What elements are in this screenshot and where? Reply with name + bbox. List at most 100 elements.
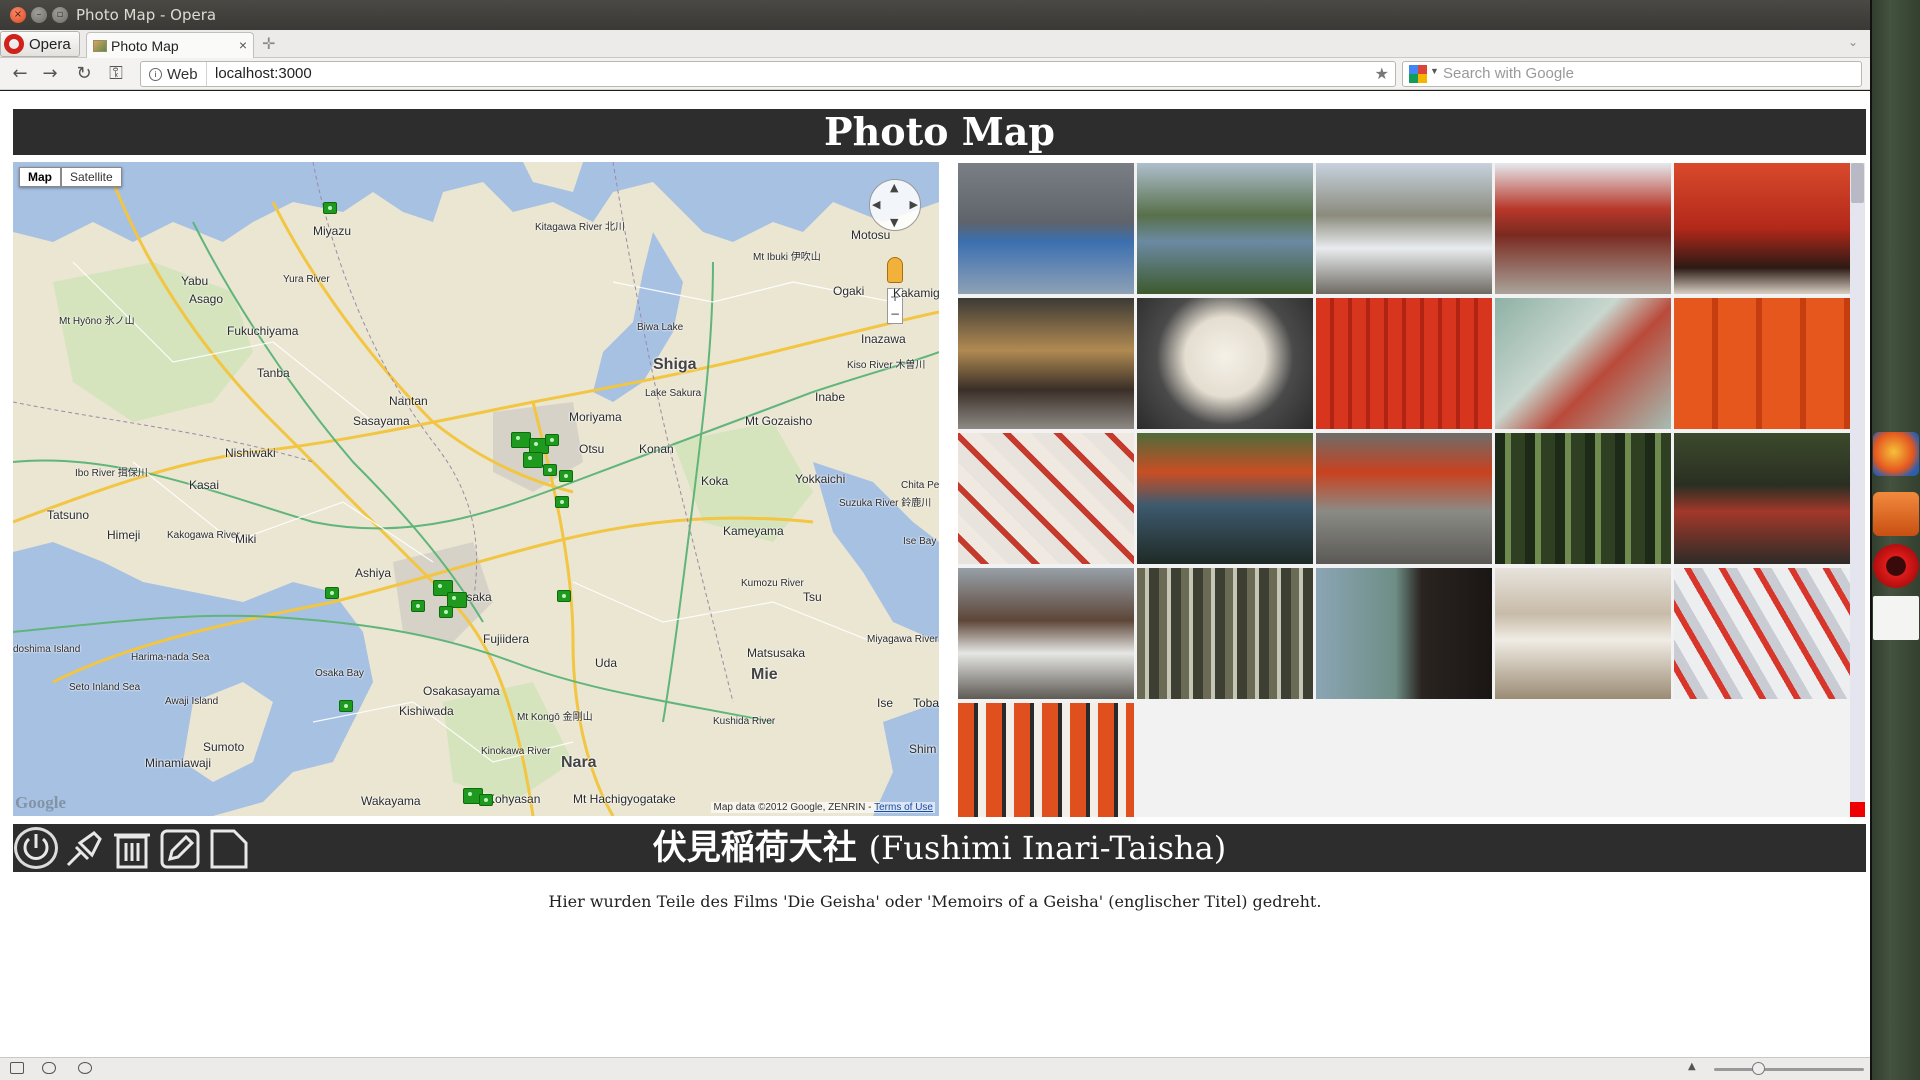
pan-up-icon[interactable]: ▲ — [890, 181, 898, 194]
street-view-pegman-icon[interactable] — [887, 257, 903, 283]
map-label: Tsu — [803, 590, 822, 604]
address-bar[interactable]: i Web localhost:3000 ★ — [140, 61, 1396, 87]
photo-marker[interactable] — [523, 452, 543, 468]
opera-menu-button[interactable]: Opera — [0, 31, 80, 57]
url-text[interactable]: localhost:3000 — [215, 65, 312, 82]
launcher-edge — [1870, 0, 1872, 1080]
page-icon[interactable] — [206, 827, 250, 869]
photo-marker[interactable] — [339, 700, 353, 712]
photo-thumbnail[interactable] — [1137, 568, 1313, 699]
photo-marker[interactable] — [325, 587, 339, 599]
terms-of-use-link[interactable]: Terms of Use — [874, 802, 933, 813]
photo-thumbnail[interactable] — [958, 163, 1134, 294]
google-logo: Google — [15, 793, 66, 812]
pan-right-icon[interactable]: ▶ — [910, 198, 918, 211]
pan-control[interactable]: ▲ ▼ ◀ ▶ — [869, 179, 921, 231]
speed-dial-icon[interactable] — [78, 1062, 92, 1074]
back-arrow-icon[interactable]: ← — [8, 62, 32, 86]
photo-thumbnail[interactable] — [958, 568, 1134, 699]
photo-thumbnail[interactable] — [1674, 163, 1850, 294]
cloud-icon[interactable] — [42, 1062, 56, 1074]
photo-thumbnail[interactable] — [958, 298, 1134, 429]
photo-thumbnail[interactable] — [1674, 298, 1850, 429]
photo-thumbnail[interactable] — [958, 703, 1134, 817]
photo-marker[interactable] — [323, 202, 337, 214]
map-label: Mt Hachigyogatake — [573, 792, 676, 806]
search-field[interactable]: ▼ Search with Google — [1402, 61, 1862, 87]
reload-icon[interactable]: ↻ — [72, 62, 96, 86]
photo-marker[interactable] — [543, 464, 557, 476]
photo-thumbnail[interactable] — [1674, 568, 1850, 699]
pan-down-icon[interactable]: ▼ — [890, 216, 898, 229]
home-folder-icon[interactable] — [1873, 492, 1919, 536]
photo-marker[interactable] — [479, 794, 493, 806]
photo-thumbnail[interactable] — [1495, 433, 1671, 564]
photo-thumbnail[interactable] — [1137, 163, 1313, 294]
photo-marker[interactable] — [411, 600, 425, 612]
firefox-icon[interactable] — [1873, 432, 1919, 476]
photo-marker[interactable] — [439, 606, 453, 618]
tab-favicon-icon — [93, 39, 107, 52]
document-icon[interactable] — [1873, 596, 1919, 640]
zoom-out-icon[interactable]: − — [888, 306, 902, 323]
map[interactable]: Map Satellite ▲ ▼ ◀ ▶ + − Miyazu Mt Ibuk… — [13, 162, 939, 816]
map-label: Chita Peninsu — [901, 480, 939, 491]
panel-toggle-icon[interactable] — [10, 1062, 24, 1074]
map-label: Kitagawa River 北川 — [535, 222, 626, 233]
photo-thumbnail[interactable] — [1316, 163, 1492, 294]
tab-bar: Opera Photo Map × ✛ ⌄ — [0, 30, 1870, 58]
photo-thumbnail[interactable] — [958, 433, 1134, 564]
pencil-icon[interactable] — [158, 827, 202, 869]
gallery-scrollbar-thumb[interactable] — [1851, 163, 1864, 203]
map-label: Kumozu River — [741, 578, 804, 589]
new-tab-icon[interactable]: ✛ — [262, 34, 275, 53]
map-label: Toba — [913, 696, 939, 710]
zoom-slider[interactable] — [1714, 1062, 1864, 1075]
photo-thumbnail[interactable] — [1137, 433, 1313, 564]
trash-icon[interactable] — [110, 827, 154, 869]
site-badge[interactable]: i Web — [141, 62, 207, 86]
zoom-slider-knob[interactable] — [1752, 1062, 1765, 1075]
power-icon[interactable] — [14, 827, 58, 869]
map-label: Ise — [877, 696, 894, 710]
photo-marker[interactable] — [511, 432, 531, 448]
map-type-satellite-button[interactable]: Satellite — [61, 167, 122, 187]
photo-marker[interactable] — [559, 470, 573, 482]
map-copyright: Map data ©2012 Google, ZENRIN - Terms of… — [711, 802, 935, 813]
map-type-map-button[interactable]: Map — [19, 167, 61, 187]
photo-thumbnail[interactable] — [1316, 568, 1492, 699]
key-icon[interactable]: ⚿ — [104, 62, 128, 86]
window-close-button[interactable]: × — [10, 7, 26, 23]
tab-photo-map[interactable]: Photo Map × — [86, 32, 254, 58]
search-engine-dropdown-icon[interactable]: ▼ — [1430, 66, 1439, 76]
photo-thumbnail[interactable] — [1674, 433, 1850, 564]
map-type-control: Map Satellite — [19, 167, 122, 187]
tab-list-chevron-icon[interactable]: ⌄ — [1848, 35, 1858, 49]
photo-thumbnail[interactable] — [1495, 298, 1671, 429]
photo-thumbnail[interactable] — [1495, 568, 1671, 699]
photo-marker[interactable] — [545, 434, 559, 446]
opera-logo-icon — [4, 34, 24, 54]
photo-thumbnail[interactable] — [1137, 298, 1313, 429]
photo-marker[interactable] — [555, 496, 569, 508]
photo-marker[interactable] — [557, 590, 571, 602]
pin-icon[interactable] — [62, 827, 106, 869]
window-maximize-button[interactable]: ▫ — [52, 7, 68, 23]
forward-arrow-icon[interactable]: → — [38, 62, 62, 86]
bookmark-star-icon[interactable]: ★ — [1375, 64, 1389, 84]
pan-left-icon[interactable]: ◀ — [872, 198, 880, 211]
map-label: Mt Hyōno 氷ノ山 — [59, 316, 135, 327]
location-title-japanese: 伏見稲荷大社 — [652, 828, 857, 868]
photo-thumbnail[interactable] — [1495, 163, 1671, 294]
photo-thumbnail[interactable] — [1316, 433, 1492, 564]
opera-launcher-icon[interactable] — [1873, 544, 1919, 588]
desktop-launcher — [1870, 0, 1920, 1080]
map-label: Tatsuno — [47, 508, 90, 522]
map-label: Kishiwada — [399, 704, 454, 718]
map-label: Nishiwaki — [225, 446, 276, 460]
photo-thumbnail[interactable] — [1316, 298, 1492, 429]
tab-close-button[interactable]: × — [239, 37, 247, 53]
window-minimize-button[interactable]: – — [31, 7, 47, 23]
zoom-menu-icon[interactable]: ▲ — [1688, 1061, 1696, 1072]
gallery-scrollbar[interactable] — [1850, 163, 1865, 817]
